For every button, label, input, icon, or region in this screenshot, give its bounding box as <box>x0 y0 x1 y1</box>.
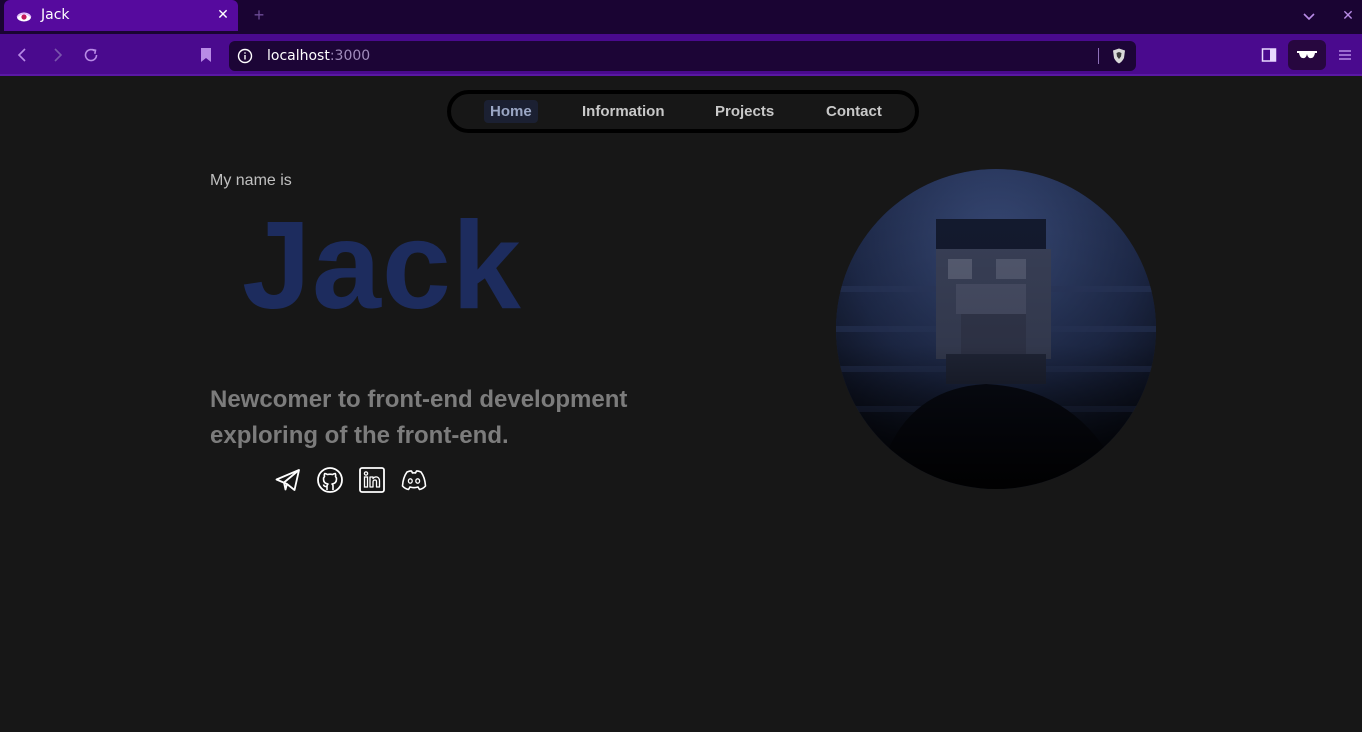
back-arrow-icon[interactable] <box>14 46 32 64</box>
chevron-down-icon[interactable] <box>1301 8 1317 24</box>
tab-title: Jack <box>41 7 70 23</box>
url-text[interactable]: localhost:3000 <box>267 48 370 64</box>
reader-mode-button[interactable] <box>1288 40 1326 70</box>
brave-shield-icon[interactable] <box>1110 47 1128 65</box>
discord-icon[interactable] <box>400 466 428 494</box>
new-tab-button[interactable]: + <box>250 6 268 24</box>
tab-close-icon[interactable]: ✕ <box>216 7 230 21</box>
hamburger-menu-icon[interactable] <box>1336 46 1354 64</box>
nav-link-projects[interactable]: Projects <box>715 103 774 120</box>
telegram-icon[interactable] <box>274 466 302 494</box>
sunglasses-icon <box>1297 51 1317 59</box>
site-navbar: Home Information Projects Contact <box>447 90 919 133</box>
browser-tabstrip: Jack ✕ + ✕ <box>0 0 1362 34</box>
reload-icon[interactable] <box>82 46 100 64</box>
address-bar[interactable]: localhost:3000 <box>229 41 1136 71</box>
browser-tab[interactable]: Jack ✕ <box>4 0 238 31</box>
browser-toolbar: localhost:3000 <box>0 34 1362 76</box>
url-divider <box>1098 48 1099 64</box>
bookmark-icon[interactable] <box>197 46 215 64</box>
nav-link-home[interactable]: Home <box>484 100 538 123</box>
github-icon[interactable] <box>316 466 344 494</box>
hero-name: Jack <box>242 197 522 335</box>
page-content: Home Information Projects Contact My nam… <box>0 76 1362 732</box>
nav-link-contact[interactable]: Contact <box>826 103 882 120</box>
linkedin-icon[interactable] <box>358 466 386 494</box>
brave-eye-icon <box>16 12 32 22</box>
hero-tagline: Newcomer to front-end development explor… <box>210 386 628 449</box>
profile-photo-image <box>836 169 1156 489</box>
forward-arrow-icon[interactable] <box>48 46 66 64</box>
profile-photo <box>836 169 1156 489</box>
sidebar-toggle-icon[interactable] <box>1260 46 1278 64</box>
window-close-icon[interactable]: ✕ <box>1341 8 1355 22</box>
nav-link-information[interactable]: Information <box>582 103 665 120</box>
intro-text: My name is <box>210 172 292 189</box>
site-info-icon[interactable] <box>237 48 253 64</box>
